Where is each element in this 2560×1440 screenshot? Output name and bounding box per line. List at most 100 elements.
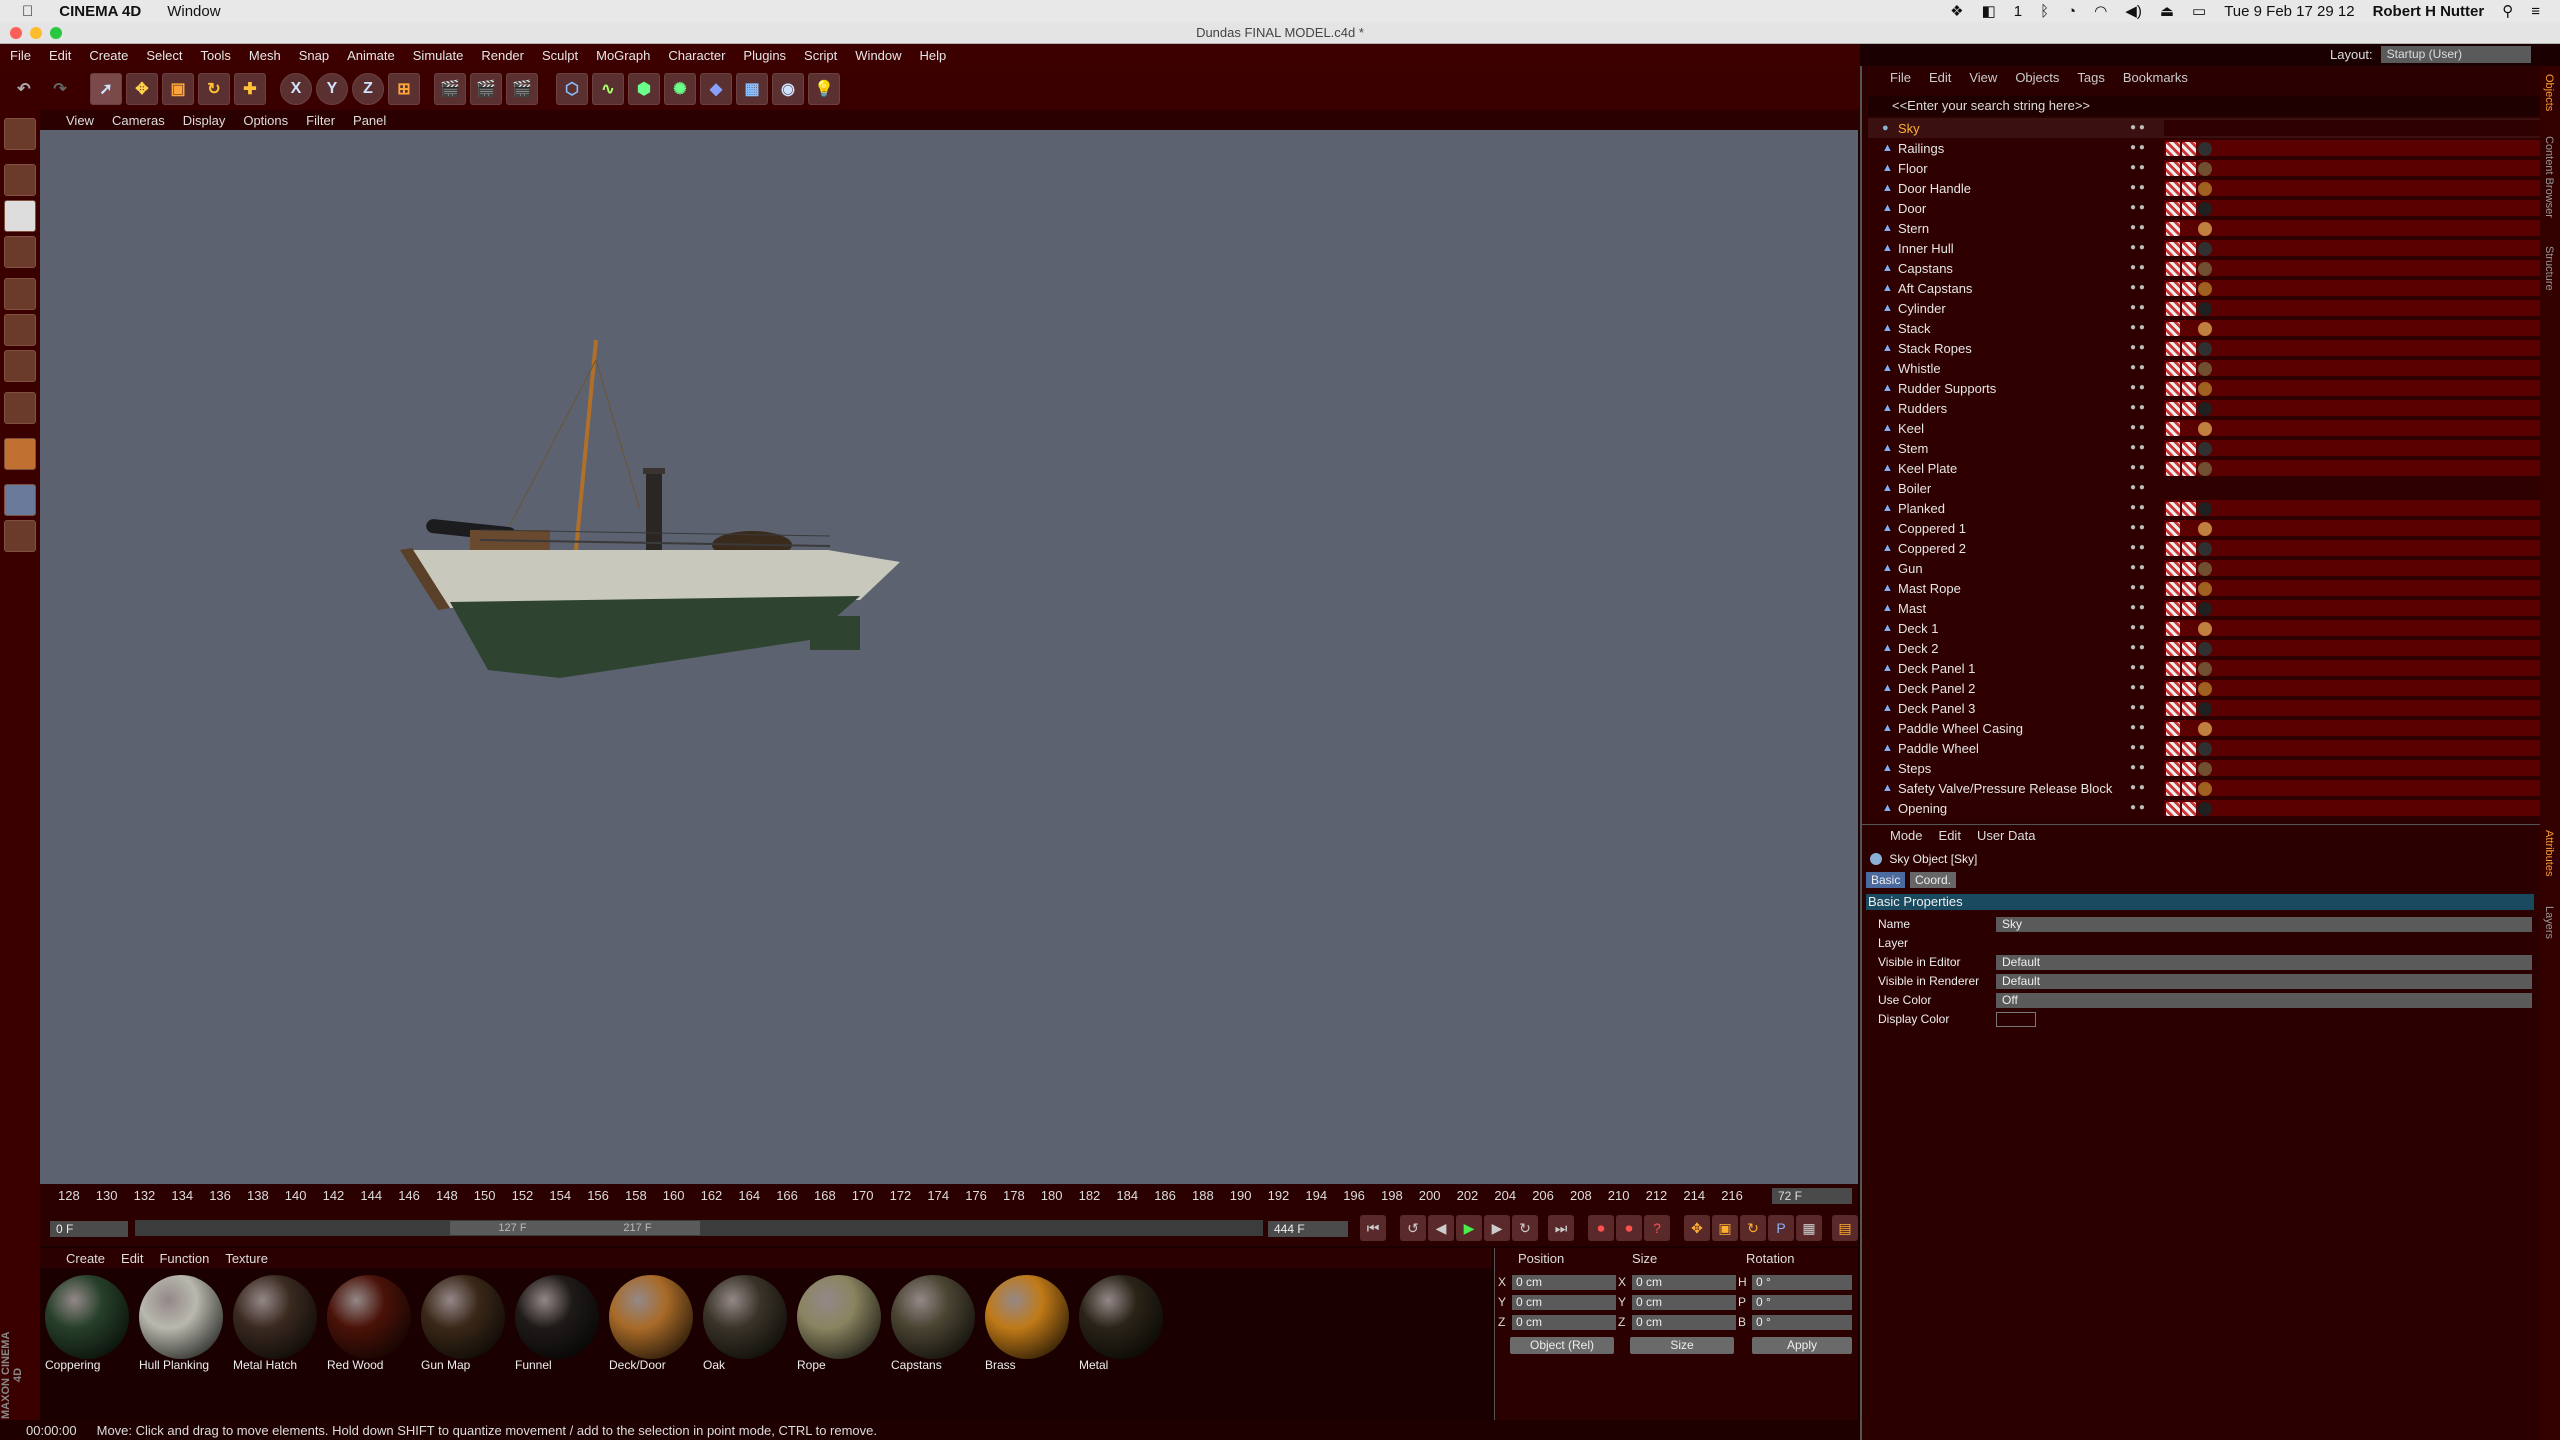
visibility-dots[interactable]: ● ● [2130, 582, 2145, 593]
visibility-dots[interactable]: ● ● [2130, 202, 2145, 213]
viewport-menu-panel[interactable]: Panel [353, 113, 386, 128]
rotation-field[interactable]: 0 ° [1752, 1275, 1852, 1290]
material-ball-icon[interactable] [2198, 342, 2212, 356]
object-row[interactable]: ▲ Mast ● ● [1868, 598, 2540, 618]
bluetooth-icon[interactable]: ᛒ [2040, 3, 2049, 20]
material-ball-icon[interactable] [2198, 702, 2212, 716]
render-view-icon[interactable]: 🎬 [434, 73, 466, 105]
material-ball-icon[interactable] [2198, 542, 2212, 556]
snapping-icon[interactable] [4, 484, 36, 516]
material-ball-icon[interactable] [2198, 662, 2212, 676]
minimize-window-button[interactable] [30, 27, 42, 39]
object-row[interactable]: ▲ Whistle ● ● [1868, 358, 2540, 378]
key-parameter-icon[interactable]: P [1768, 1215, 1794, 1241]
object-row[interactable]: ▲ Deck 2 ● ● [1868, 638, 2540, 658]
material-menu-function[interactable]: Function [159, 1251, 209, 1266]
attribute-field-layer[interactable] [1996, 936, 2532, 951]
object-menu-file[interactable]: File [1890, 70, 1911, 85]
redo-button[interactable]: ↷ [44, 73, 76, 105]
texture-tag-icon[interactable] [2166, 382, 2180, 396]
material-swatch[interactable]: Red Wood [324, 1272, 414, 1372]
object-row[interactable]: ▲ Door ● ● [1868, 198, 2540, 218]
display-icon[interactable]: ▭ [2192, 2, 2206, 20]
visibility-dots[interactable]: ● ● [2130, 422, 2145, 433]
visibility-dots[interactable]: ● ● [2130, 322, 2145, 333]
eject-icon[interactable]: ⏏ [2160, 2, 2174, 20]
material-tag-icon[interactable] [2182, 302, 2196, 316]
material-tag-icon[interactable] [2182, 202, 2196, 216]
visibility-dots[interactable]: ● ● [2130, 802, 2145, 813]
list-icon[interactable]: ≡ [2531, 3, 2540, 20]
model-mode-icon[interactable] [4, 164, 36, 196]
material-tag-icon[interactable] [2182, 802, 2196, 816]
goto-end-icon[interactable]: ⏭ [1548, 1215, 1574, 1241]
spotlight-icon[interactable]: ⚲ [2502, 2, 2513, 20]
material-ball-icon[interactable] [2198, 582, 2212, 596]
object-row[interactable]: ▲ Paddle Wheel ● ● [1868, 738, 2540, 758]
material-tag-icon[interactable] [2182, 682, 2196, 696]
apple-icon[interactable]:  [22, 3, 33, 20]
nurbs-icon[interactable]: ⬢ [628, 73, 660, 105]
material-tag-icon[interactable] [2182, 742, 2196, 756]
size-field[interactable]: 0 cm [1632, 1295, 1736, 1310]
viewport-menu-display[interactable]: Display [183, 113, 226, 128]
current-frame-field[interactable]: 72 F [1772, 1188, 1852, 1204]
material-menu-edit[interactable]: Edit [121, 1251, 143, 1266]
record-keys-icon[interactable]: ⏺ [1588, 1215, 1614, 1241]
texture-tag-icon[interactable] [2166, 642, 2180, 656]
object-menu-edit[interactable]: Edit [1929, 70, 1951, 85]
material-ball-icon[interactable] [2198, 502, 2212, 516]
texture-tag-icon[interactable] [2166, 322, 2180, 336]
material-ball-icon[interactable] [2198, 762, 2212, 776]
goto-start-icon[interactable]: ⏮ [1360, 1215, 1386, 1241]
menu-snap[interactable]: Snap [299, 48, 329, 63]
material-ball-icon[interactable] [2198, 182, 2212, 196]
visibility-dots[interactable]: ● ● [2130, 362, 2145, 373]
material-swatch[interactable]: Capstans [888, 1272, 978, 1372]
spline-icon[interactable]: ∿ [592, 73, 624, 105]
texture-tag-icon[interactable] [2166, 582, 2180, 596]
mac-window-menu[interactable]: Window [167, 3, 220, 20]
material-tag-icon[interactable] [2182, 582, 2196, 596]
play-icon[interactable]: ▶ [1456, 1215, 1482, 1241]
render-picture-viewer-icon[interactable]: 🎬 [470, 73, 502, 105]
material-swatch[interactable]: Deck/Door [606, 1272, 696, 1372]
side-tab-objects[interactable]: Objects [2543, 74, 2555, 111]
material-swatch[interactable]: Rope [794, 1272, 884, 1372]
layout-dropdown[interactable]: Startup (User) [2380, 46, 2531, 63]
start-frame-field[interactable]: 0 F [50, 1221, 128, 1237]
key-rotation-icon[interactable]: ↻ [1740, 1215, 1766, 1241]
material-swatch[interactable]: Metal [1076, 1272, 1166, 1372]
menu-render[interactable]: Render [481, 48, 524, 63]
texture-tag-icon[interactable] [2166, 282, 2180, 296]
visibility-dots[interactable]: ● ● [2130, 502, 2145, 513]
side-tab-structure[interactable]: Structure [2543, 246, 2555, 291]
object-row[interactable]: ▲ Stack ● ● [1868, 318, 2540, 338]
visibility-dots[interactable]: ● ● [2130, 342, 2145, 353]
move-tool-icon[interactable]: ✥ [126, 73, 158, 105]
object-menu-objects[interactable]: Objects [2015, 70, 2059, 85]
menu-help[interactable]: Help [920, 48, 947, 63]
visibility-dots[interactable]: ● ● [2130, 522, 2145, 533]
position-field[interactable]: 0 cm [1512, 1315, 1616, 1330]
visibility-dots[interactable]: ● ● [2130, 442, 2145, 453]
material-ball-icon[interactable] [2198, 622, 2212, 636]
visibility-dots[interactable]: ● ● [2130, 182, 2145, 193]
material-swatch[interactable]: Funnel [512, 1272, 602, 1372]
end-frame-field[interactable]: 444 F [1268, 1221, 1348, 1237]
material-ball-icon[interactable] [2198, 602, 2212, 616]
texture-tag-icon[interactable] [2166, 362, 2180, 376]
light-icon[interactable]: 💡 [808, 73, 840, 105]
material-ball-icon[interactable] [2198, 722, 2212, 736]
material-ball-icon[interactable] [2198, 302, 2212, 316]
visibility-dots[interactable]: ● ● [2130, 282, 2145, 293]
material-swatch[interactable]: Oak [700, 1272, 790, 1372]
menu-select[interactable]: Select [146, 48, 182, 63]
menu-animate[interactable]: Animate [347, 48, 395, 63]
object-row[interactable]: ▲ Boiler ● ● [1868, 478, 2540, 498]
visibility-dots[interactable]: ● ● [2130, 762, 2145, 773]
texture-tag-icon[interactable] [2166, 562, 2180, 576]
material-tag-icon[interactable] [2182, 262, 2196, 276]
object-row[interactable]: ▲ Gun ● ● [1868, 558, 2540, 578]
object-row[interactable]: ▲ Safety Valve/Pressure Release Block ● ● [1868, 778, 2540, 798]
